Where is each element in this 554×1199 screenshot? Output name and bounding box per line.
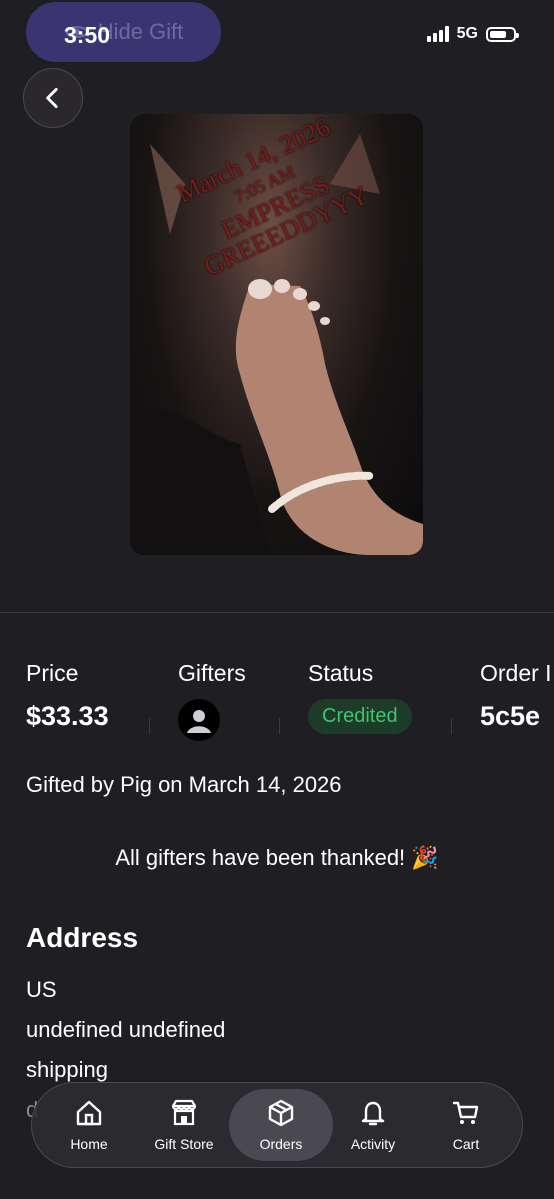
user-avatar-icon[interactable] [178, 699, 220, 741]
price-label: Price [26, 660, 79, 686]
stat-divider [451, 718, 452, 734]
nav-gift-store[interactable]: Gift Store [138, 1083, 230, 1167]
nav-label: Cart [452, 1136, 480, 1152]
nav-label: Home [70, 1136, 108, 1152]
order-id-value: 5c5e [480, 701, 541, 731]
status-label: Status [308, 660, 374, 686]
status-stat: Status Credited [308, 660, 412, 734]
gift-photo: March 14, 2026 7:05 AM EMPRESS GREEEDDYY… [130, 114, 423, 555]
hide-gift-button[interactable]: Hide Gift [26, 2, 221, 62]
status-bar-time: 3:50 [64, 22, 111, 48]
price-stat: Price $33.33 [26, 660, 109, 732]
store-icon [171, 1099, 197, 1126]
order-stat: Order I 5c5e [480, 660, 554, 732]
stat-divider [279, 718, 280, 734]
price-value: $33.33 [26, 701, 109, 731]
hide-gift-label: Hide Gift [97, 19, 184, 44]
gifters-label: Gifters [178, 660, 246, 686]
nav-activity[interactable]: Activity [327, 1083, 419, 1167]
gifted-by-text: Gifted by Pig on March 14, 2026 [26, 772, 342, 797]
thanked-message: All gifters have been thanked! 🎉 [115, 845, 439, 870]
address-line: shipping [26, 1057, 108, 1082]
signal-icon [426, 26, 449, 42]
back-button[interactable] [23, 68, 83, 128]
nav-label: Gift Store [154, 1136, 214, 1152]
bottom-nav: Home Gift Store Orders Activity Cart [31, 1082, 523, 1168]
battery-icon [486, 26, 519, 42]
address-line: undefined undefined [26, 1017, 226, 1042]
gift-stats-row: Price $33.33 Gifters Status Credited Ord… [0, 660, 554, 741]
network-type: 5G [456, 25, 478, 42]
status-bar-indicators: 5G [426, 25, 519, 43]
home-icon [76, 1100, 102, 1126]
chevron-left-icon [46, 87, 58, 109]
order-label: Order I [480, 660, 552, 686]
address-line: US [26, 977, 57, 1002]
nav-label: Orders [259, 1136, 303, 1152]
gifters-stat: Gifters [178, 660, 246, 741]
nav-cart[interactable]: Cart [420, 1083, 512, 1167]
nav-label: Activity [350, 1136, 396, 1152]
nav-home[interactable]: Home [43, 1083, 135, 1167]
stat-divider [149, 718, 150, 734]
status-badge: Credited [308, 699, 412, 734]
box-icon [268, 1099, 294, 1127]
address-heading: Address [26, 922, 139, 953]
gift-media-area: Hide Gift 3:50 5G March 14, 2026 7:05 AM… [0, 0, 554, 613]
nav-orders[interactable]: Orders [229, 1089, 333, 1161]
cart-icon [452, 1101, 479, 1124]
bell-icon [361, 1101, 385, 1126]
